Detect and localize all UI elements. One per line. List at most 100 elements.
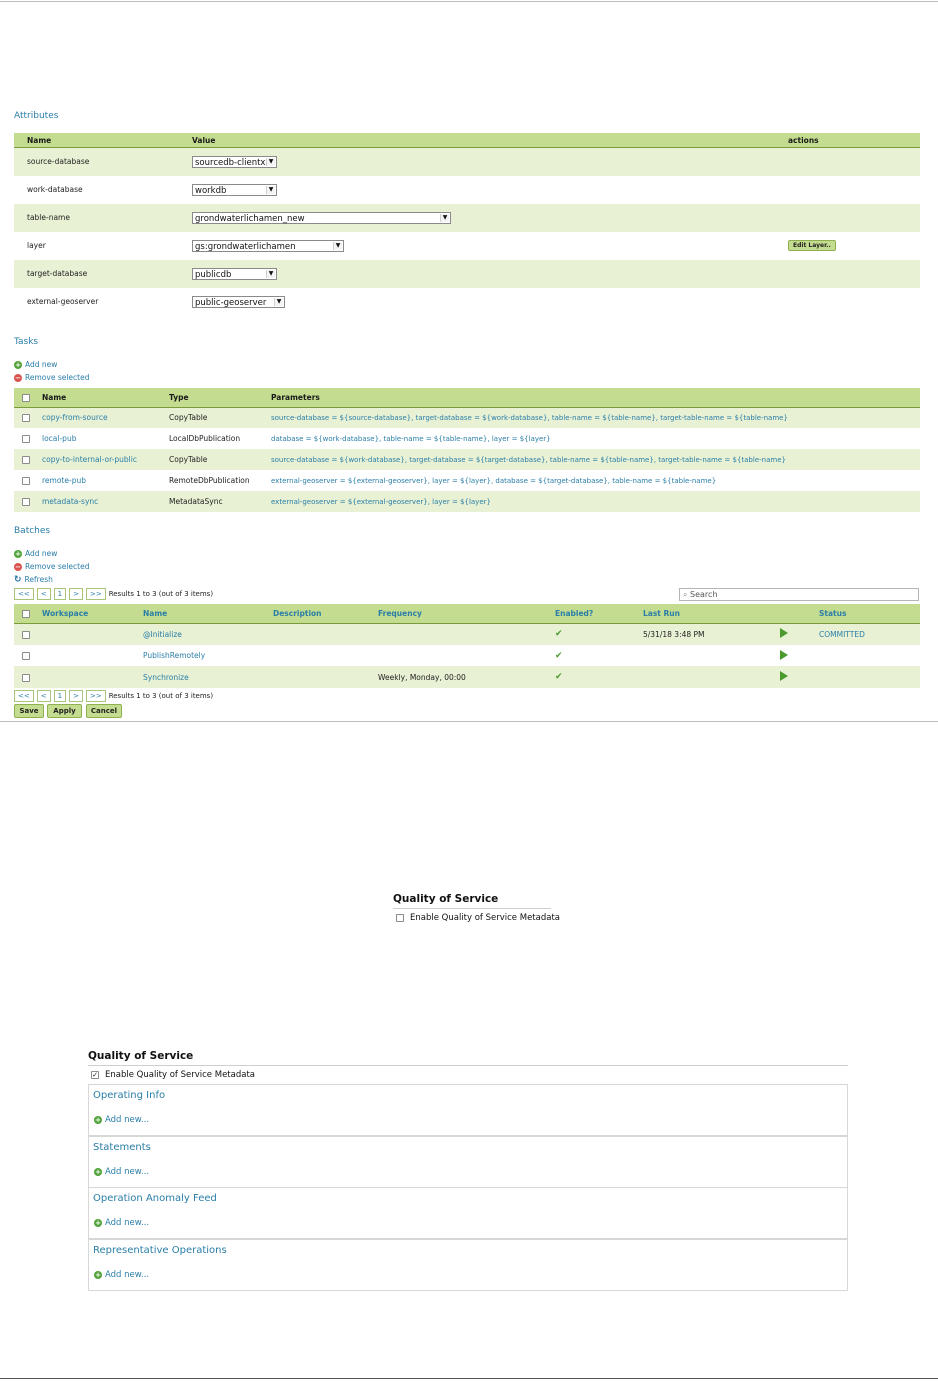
pager-next-button[interactable]: > xyxy=(69,588,83,600)
batches-header-description[interactable]: Description xyxy=(273,604,378,624)
row-checkbox[interactable] xyxy=(22,477,30,485)
tasks-remove-selected-link[interactable]: − Remove selected xyxy=(14,373,89,382)
row-checkbox[interactable] xyxy=(22,652,30,660)
row-checkbox[interactable] xyxy=(22,414,30,423)
batch-status-link[interactable] xyxy=(819,645,920,666)
row-checkbox[interactable] xyxy=(22,630,30,639)
batches-remove-selected-link[interactable]: − Remove selected xyxy=(14,562,89,571)
remove-icon: − xyxy=(14,563,22,571)
row-checkbox[interactable] xyxy=(22,498,30,506)
tasks-add-new-link[interactable]: + Add new xyxy=(14,360,57,369)
link-label: Add new xyxy=(25,549,58,558)
pager-page-button[interactable]: 1 xyxy=(53,690,67,702)
batch-workspace xyxy=(42,645,143,666)
task-type: LocalDbPublication xyxy=(169,428,271,449)
qos-small-enable-label: Enable Quality of Service Metadata xyxy=(410,913,560,923)
cancel-button[interactable]: Cancel xyxy=(86,704,122,718)
apply-button[interactable]: Apply xyxy=(47,704,82,718)
table-row: copy-from-source CopyTable source-databa… xyxy=(14,407,920,428)
table-name-select[interactable]: grondwaterlichamen_new ▼ xyxy=(192,211,451,224)
batches-search-input[interactable]: ⌕ Search xyxy=(679,588,919,601)
batches-header-name[interactable]: Name xyxy=(143,604,273,624)
attr-header-value: Value xyxy=(192,133,788,148)
statements-panel: Statements + Add new... xyxy=(88,1136,848,1188)
pager-first-button[interactable]: << xyxy=(14,588,34,600)
source-database-select[interactable]: sourcedb-clientx ▼ xyxy=(192,155,277,168)
batch-status-link[interactable]: COMMITTED xyxy=(819,623,920,645)
pager-prev-button[interactable]: < xyxy=(36,588,51,600)
batches-title: Batches xyxy=(14,526,51,536)
tasks-table: Name Type Parameters copy-from-source Co… xyxy=(14,388,920,512)
select-value: workdb xyxy=(195,185,227,196)
task-parameters: external-geoserver = ${external-geoserve… xyxy=(271,470,920,491)
chevron-down-icon: ▼ xyxy=(266,157,275,166)
attribute-row: source-database sourcedb-clientx ▼ xyxy=(14,147,920,176)
task-name-link[interactable]: copy-from-source xyxy=(42,407,169,428)
external-geoserver-select[interactable]: public-geoserver ▼ xyxy=(192,295,285,308)
work-database-select[interactable]: workdb ▼ xyxy=(192,183,277,196)
batches-add-new-link[interactable]: + Add new xyxy=(14,549,57,558)
batch-last-run xyxy=(643,645,780,666)
search-icon: ⌕ xyxy=(683,590,691,599)
add-icon: + xyxy=(94,1115,102,1124)
remove-icon: − xyxy=(14,374,22,382)
enabled-check-icon: ✔ xyxy=(555,666,643,688)
pager-prev-button[interactable]: < xyxy=(36,690,51,702)
attr-name: external-geoserver xyxy=(14,287,192,316)
layer-select[interactable]: gs:grondwaterlichamen ▼ xyxy=(192,239,344,252)
batch-name-link[interactable]: PublishRemotely xyxy=(143,645,273,666)
task-name-link[interactable]: local-pub xyxy=(42,428,169,449)
qos-large-title: Quality of Service xyxy=(88,1050,194,1062)
row-checkbox[interactable] xyxy=(22,435,30,443)
task-name-link[interactable]: remote-pub xyxy=(42,470,169,491)
batch-name-link[interactable]: @Initialize xyxy=(143,623,273,645)
batch-frequency xyxy=(378,645,555,666)
top-divider xyxy=(0,1,938,2)
chevron-down-icon: ▼ xyxy=(266,269,275,278)
batches-header-workspace[interactable]: Workspace xyxy=(42,604,143,624)
pager-page-button[interactable]: 1 xyxy=(53,588,67,600)
batches-pager-bottom: << <1 > >> Results 1 to 3 (out of 3 items) xyxy=(14,690,213,702)
add-icon: + xyxy=(94,1167,102,1176)
panel-title: Operation Anomaly Feed xyxy=(93,1193,217,1204)
pager-last-button[interactable]: >> xyxy=(85,588,106,600)
batches-header-status[interactable]: Status xyxy=(819,604,920,624)
attr-name: table-name xyxy=(14,203,192,232)
add-new-link[interactable]: + Add new... xyxy=(94,1167,149,1177)
table-row: PublishRemotely ✔ xyxy=(14,645,920,666)
row-checkbox[interactable] xyxy=(22,673,30,682)
batches-header-frequency[interactable]: Frequency xyxy=(378,604,555,624)
run-play-icon[interactable] xyxy=(780,628,788,639)
batches-header-enabled[interactable]: Enabled? xyxy=(555,604,643,624)
table-row: remote-pub RemoteDbPublication external-… xyxy=(14,470,920,491)
run-play-icon[interactable] xyxy=(780,649,788,660)
attr-name: work-database xyxy=(14,175,192,204)
batches-refresh-link[interactable]: ↻ Refresh xyxy=(14,575,53,585)
batches-header-last-run[interactable]: Last Run xyxy=(643,604,780,624)
batch-description xyxy=(273,666,378,688)
link-label: Add new... xyxy=(105,1218,150,1228)
pager-last-button[interactable]: >> xyxy=(85,690,106,702)
pager-first-button[interactable]: << xyxy=(14,690,34,702)
qos-large-enable-checkbox[interactable]: ✓ xyxy=(91,1070,99,1079)
batch-name-link[interactable]: Synchronize xyxy=(143,666,273,688)
add-new-link[interactable]: + Add new... xyxy=(94,1218,149,1228)
run-play-icon[interactable] xyxy=(780,671,788,681)
edit-layer-button[interactable]: Edit Layer.. xyxy=(788,240,836,251)
attributes-title: Attributes xyxy=(14,111,59,121)
batch-workspace xyxy=(42,623,143,645)
attr-name: layer xyxy=(14,231,192,260)
task-name-link[interactable]: metadata-sync xyxy=(42,491,169,512)
task-name-link[interactable]: copy-to-internal-or-public xyxy=(42,449,169,470)
batch-description xyxy=(273,623,378,645)
batch-status-link[interactable] xyxy=(819,666,920,688)
qos-small-enable-checkbox[interactable] xyxy=(396,913,404,922)
row-checkbox[interactable] xyxy=(22,456,30,464)
select-all-batches-checkbox[interactable] xyxy=(22,609,30,618)
pager-next-button[interactable]: > xyxy=(69,690,83,702)
select-all-tasks-checkbox[interactable] xyxy=(22,393,30,402)
save-button[interactable]: Save xyxy=(14,704,44,718)
add-new-link[interactable]: + Add new... xyxy=(94,1270,149,1280)
add-new-link[interactable]: + Add new... xyxy=(94,1115,149,1125)
target-database-select[interactable]: publicdb ▼ xyxy=(192,267,277,280)
